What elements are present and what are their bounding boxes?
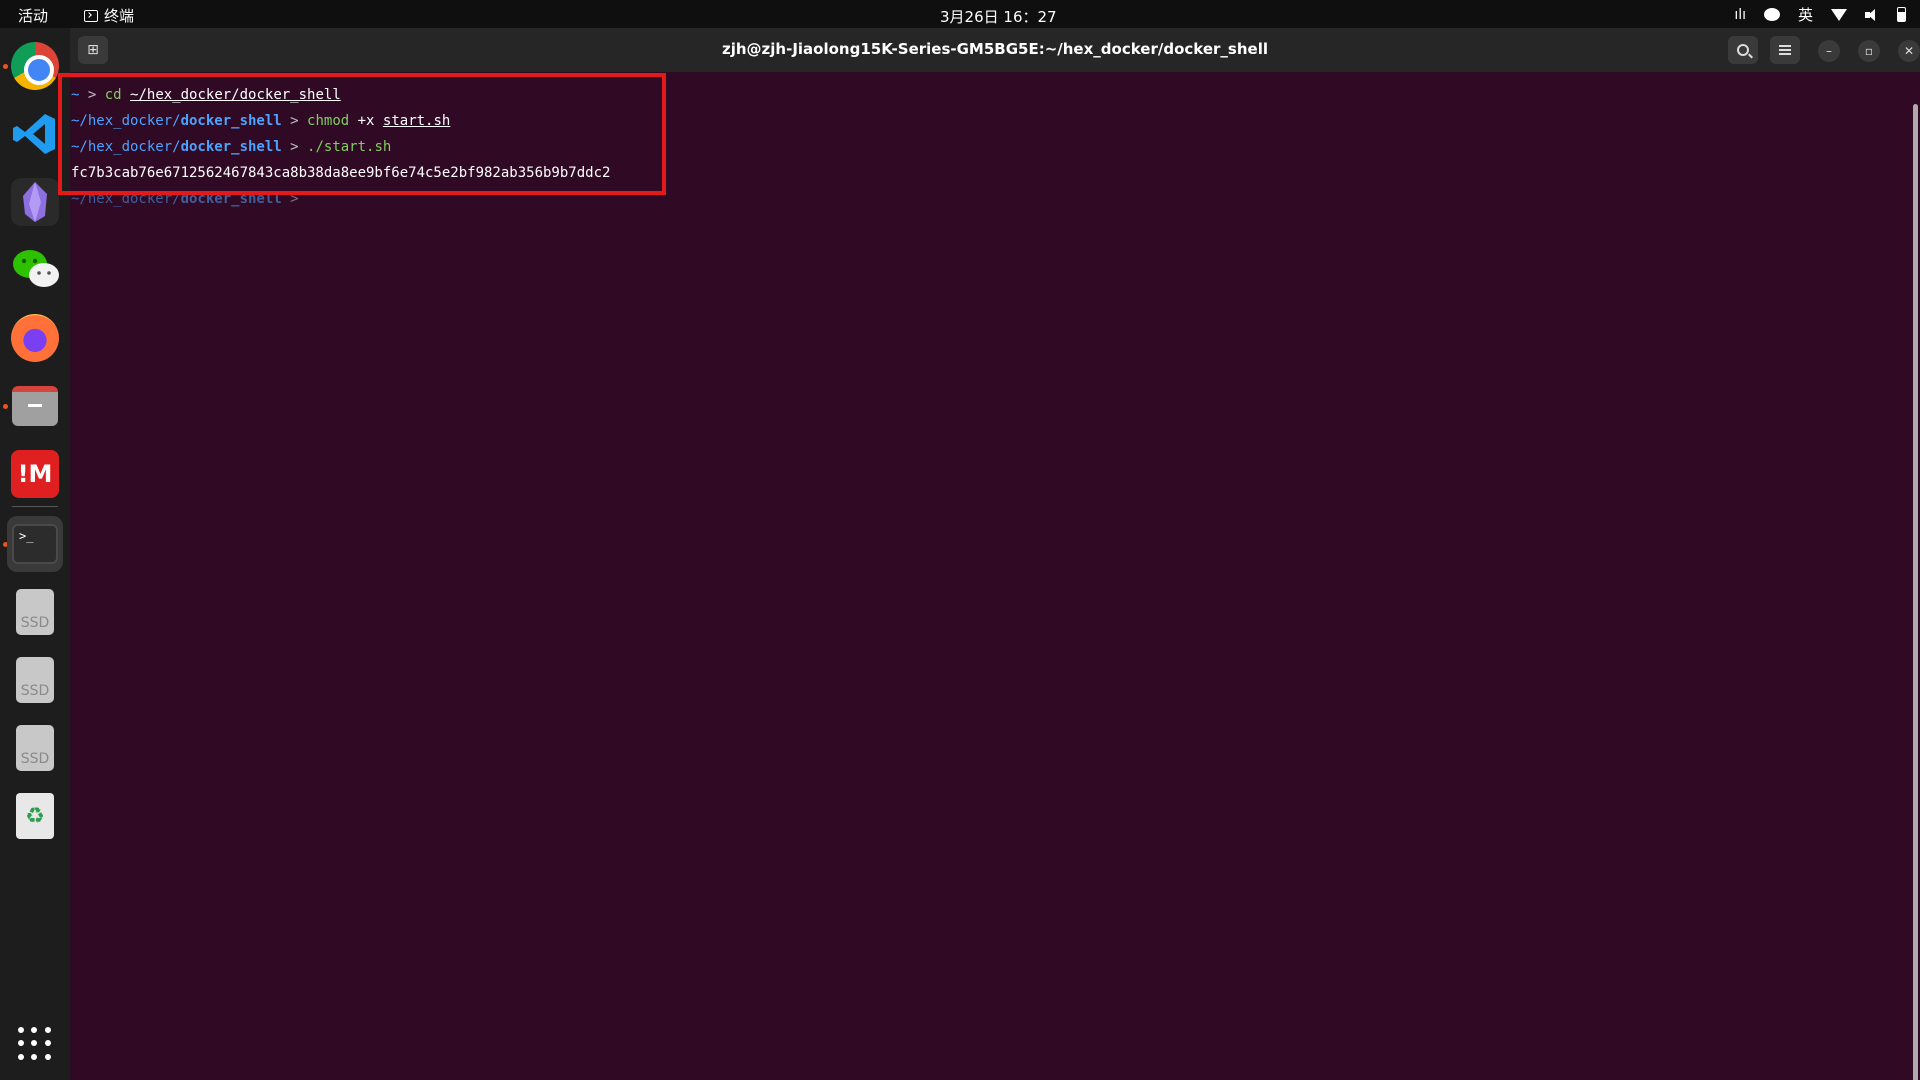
- volume-icon[interactable]: [1865, 8, 1879, 21]
- top-bar: 活动 终端 3月26日 16：27 ılı 英: [0, 0, 1920, 28]
- prompt-path: ~/hex_docker/: [71, 139, 181, 155]
- dock-item-obsidian[interactable]: [7, 174, 63, 230]
- dock-item-vscode[interactable]: [7, 106, 63, 162]
- prompt-arrow: >: [281, 113, 308, 129]
- terminal-line: ~/hex_docker/docker_shell > ./start.sh: [71, 134, 1920, 160]
- battery-icon[interactable]: [1897, 7, 1906, 22]
- prompt-current-dir: docker_shell: [180, 191, 282, 207]
- hamburger-menu-icon: [1779, 45, 1791, 55]
- terminal-line: ~/hex_docker/docker_shell > chmod +x sta…: [71, 108, 1920, 134]
- terminal-line: ~ > cd ~/hex_docker/docker_shell: [71, 82, 1920, 108]
- activities-button[interactable]: 活动: [18, 5, 48, 26]
- chrome-icon: [11, 42, 59, 90]
- dock-item-files[interactable]: [7, 378, 63, 434]
- dock-item-wechat[interactable]: [7, 242, 63, 298]
- prompt-arrow: >: [79, 87, 105, 103]
- dock: !M >_ SSD SSD SSD ♻: [0, 28, 70, 1080]
- prompt-current-dir: docker_shell: [180, 139, 282, 155]
- scrollbar[interactable]: [1913, 104, 1918, 1080]
- clock[interactable]: 3月26日 16：27: [940, 6, 1057, 27]
- terminal-content[interactable]: ~ > cd ~/hex_docker/docker_shell ~/hex_d…: [70, 72, 1920, 1080]
- input-method-indicator[interactable]: 英: [1798, 4, 1813, 25]
- dock-separator: [12, 506, 58, 507]
- window-title: zjh@zjh-Jiaolong15K-Series-GM5BG5E:~/hex…: [722, 40, 1268, 58]
- files-icon: [12, 386, 58, 426]
- terminal-line: ~/hex_docker/docker_shell >: [71, 186, 1920, 212]
- minimize-button[interactable]: –: [1818, 40, 1840, 62]
- dock-item-ssd-1[interactable]: SSD: [7, 584, 63, 640]
- dock-item-marginnote[interactable]: !M: [7, 446, 63, 502]
- command: cd: [104, 87, 131, 103]
- dock-item-terminal[interactable]: >_: [7, 516, 63, 572]
- command-flag: +x: [349, 113, 383, 129]
- ssd-icon: SSD: [16, 725, 54, 771]
- marginnote-icon: !M: [11, 450, 59, 498]
- show-apps-button[interactable]: [7, 1016, 63, 1072]
- prompt-current-dir: docker_shell: [180, 113, 282, 129]
- terminal-window: ⊞ zjh@zjh-Jiaolong15K-Series-GM5BG5E:~/h…: [70, 28, 1920, 1080]
- prompt-path: ~/hex_docker/: [71, 191, 181, 207]
- prompt-arrow: >: [281, 191, 308, 207]
- firefox-icon: [11, 314, 59, 362]
- command-argument: ~/hex_docker/docker_shell: [130, 87, 341, 103]
- title-bar[interactable]: ⊞ zjh@zjh-Jiaolong15K-Series-GM5BG5E:~/h…: [70, 28, 1920, 72]
- system-tray: ılı 英: [1734, 4, 1906, 25]
- close-button[interactable]: ✕: [1898, 40, 1920, 62]
- wechat-icon: [11, 246, 59, 294]
- search-button[interactable]: [1728, 36, 1758, 64]
- obsidian-icon: [11, 178, 59, 226]
- wifi-icon[interactable]: [1831, 8, 1847, 21]
- app-menu-label: 终端: [104, 7, 135, 25]
- wechat-tray-icon[interactable]: [1763, 8, 1780, 21]
- ssd-icon: SSD: [16, 589, 54, 635]
- command-output: fc7b3cab76e6712562467843ca8b38da8ee9bf6e…: [71, 165, 611, 181]
- network-monitor-icon[interactable]: ılı: [1734, 7, 1746, 23]
- prompt-path: ~/hex_docker/: [71, 113, 181, 129]
- dock-item-chrome[interactable]: [7, 38, 63, 94]
- app-grid-icon: [18, 1027, 52, 1061]
- command: ./start.sh: [307, 139, 392, 155]
- dock-item-firefox[interactable]: [7, 310, 63, 366]
- terminal-icon: >_: [12, 524, 58, 564]
- dock-item-trash[interactable]: ♻: [7, 788, 63, 844]
- prompt-arrow: >: [281, 139, 308, 155]
- search-icon: [1737, 44, 1749, 56]
- maximize-button[interactable]: ▫: [1858, 40, 1880, 62]
- trash-icon: ♻: [16, 793, 54, 839]
- app-menu[interactable]: 终端: [84, 5, 134, 26]
- command: chmod: [307, 113, 350, 129]
- terminal-icon: [84, 9, 98, 22]
- command-argument: start.sh: [382, 113, 451, 129]
- dock-item-ssd-2[interactable]: SSD: [7, 652, 63, 708]
- ssd-icon: SSD: [16, 657, 54, 703]
- dock-item-ssd-3[interactable]: SSD: [7, 720, 63, 776]
- vscode-icon: [11, 110, 59, 158]
- menu-button[interactable]: [1770, 36, 1800, 64]
